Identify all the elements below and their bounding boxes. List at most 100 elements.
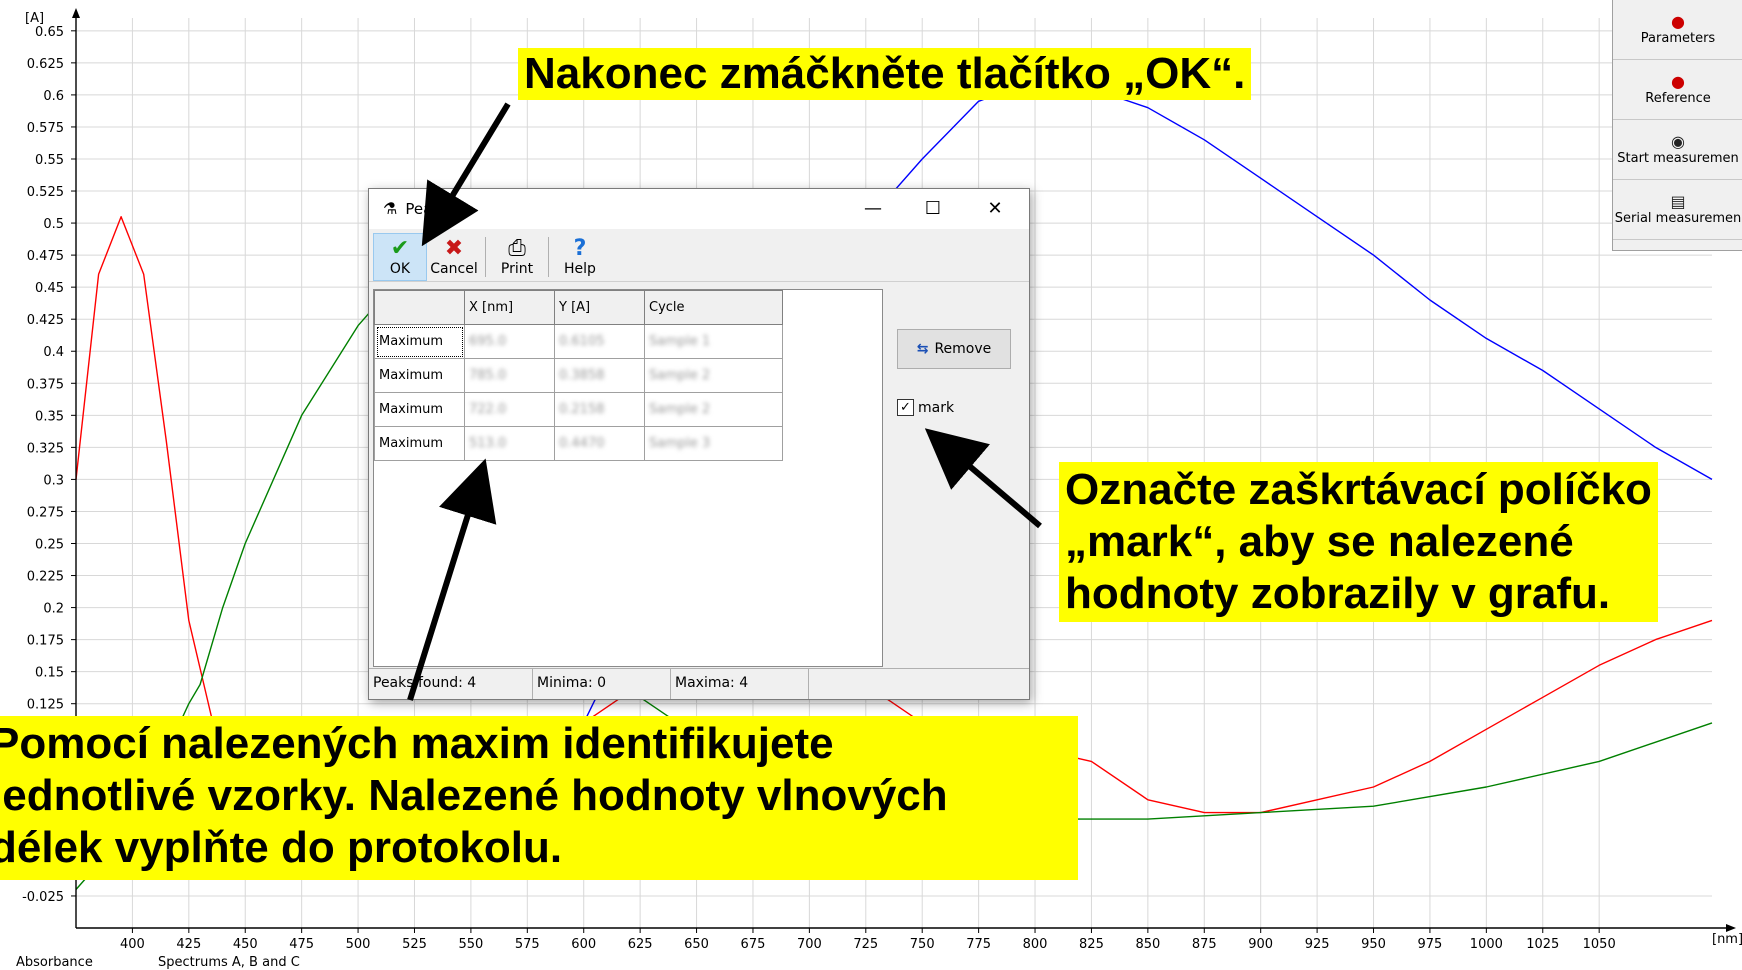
x-tick-label: 750 (910, 937, 935, 952)
mark-checkbox[interactable]: ✓ (897, 399, 914, 416)
y-tick-label: 0.375 (27, 377, 64, 392)
y-tick-label: 0.15 (35, 666, 64, 681)
y-tick-label: 0.45 (35, 281, 64, 296)
parameters-button[interactable]: ● Parameters (1613, 0, 1742, 60)
column-header-y[interactable]: Y [A] (554, 290, 645, 325)
row-type: Maximum (374, 392, 465, 427)
reference-button[interactable]: ● Reference (1613, 60, 1742, 120)
row-type: Maximum (374, 358, 465, 393)
x-tick-label: 525 (402, 937, 427, 952)
side-toolbar: ● Parameters ● Reference ◉ Start measure… (1612, 0, 1742, 251)
x-tick-label: 625 (628, 937, 653, 952)
parameters-icon: ● (1671, 12, 1685, 31)
minimize-button[interactable]: — (853, 195, 893, 223)
y-tick-label: 0.5 (43, 217, 64, 232)
column-header-x[interactable]: X [nm] (464, 290, 555, 325)
row-x: 785.0 (464, 358, 555, 393)
toolbar-separator (485, 237, 486, 277)
printer-icon: ⎙ (508, 236, 526, 261)
remove-button[interactable]: ⇆ Remove (897, 329, 1011, 369)
x-tick-label: 600 (571, 937, 596, 952)
y-tick-label: 0.275 (27, 505, 64, 520)
row-cycle: Sample 2 (644, 392, 783, 427)
callout-maxima-line: Pomocí nalezených maxim identifikujete (0, 719, 834, 768)
y-tick-label: 0.325 (27, 441, 64, 456)
row-cycle: Sample 2 (644, 358, 783, 393)
table-row[interactable]: Maximum 513.0 0.4470 Sample 3 (374, 426, 783, 461)
x-tick-label: 475 (289, 937, 314, 952)
y-tick-label: -0.025 (22, 890, 64, 905)
row-y: 0.6105 (554, 324, 645, 359)
start-measurement-label: Start measuremen (1617, 151, 1739, 166)
help-icon: ? (573, 236, 587, 261)
table-row[interactable]: Maximum 695.0 0.6105 Sample 1 (374, 324, 783, 359)
dialog-title: Peaklist (405, 200, 463, 218)
ok-label: OK (389, 261, 411, 277)
y-tick-label: 0.35 (35, 409, 64, 424)
x-tick-label: 725 (853, 937, 878, 952)
callout-mark-line: „mark“, aby se nalezené (1065, 517, 1574, 566)
serial-measurement-label: Serial measuremen (1614, 211, 1742, 226)
row-cycle: Sample 3 (644, 426, 783, 461)
peaks-table: X [nm] Y [A] Cycle Maximum 695.0 0.6105 … (374, 290, 783, 461)
column-header-type[interactable] (374, 290, 465, 325)
x-tick-label: 950 (1361, 937, 1386, 952)
table-row[interactable]: Maximum 722.0 0.2158 Sample 2 (374, 392, 783, 427)
ok-button[interactable]: ✔ OK (373, 233, 427, 281)
reference-icon: ● (1671, 72, 1685, 91)
cancel-label: Cancel (430, 261, 478, 277)
x-tick-label: 1000 (1470, 937, 1503, 952)
x-tick-label: 425 (176, 937, 201, 952)
row-y: 0.4470 (554, 426, 645, 461)
callout-mark: Označte zaškrtávací políčko „mark“, aby … (1059, 462, 1658, 622)
cancel-button[interactable]: ✖ Cancel (427, 233, 481, 281)
status-peaks: Peaks found: 4 (369, 669, 533, 699)
x-tick-label: 550 (458, 937, 483, 952)
y-tick-label: 0.6 (43, 89, 64, 104)
callout-ok: Nakonec zmáčkněte tlačítko „OK“. (518, 48, 1252, 100)
x-tick-label: 975 (1418, 937, 1443, 952)
x-tick-label: 850 (1135, 937, 1160, 952)
y-axis-unit: [A] (25, 11, 44, 26)
status-maxima: Maxima: 4 (671, 669, 809, 699)
dialog-toolbar: ✔ OK ✖ Cancel ⎙ Print ? Help (369, 229, 1029, 282)
x-tick-label: 675 (741, 937, 766, 952)
peaklist-dialog: ⚗ Peaklist — ☐ ✕ ✔ OK ✖ Cancel ⎙ Print ?… (368, 188, 1030, 700)
x-axis-arrow (1726, 924, 1736, 932)
callout-mark-line: Označte zaškrtávací políčko (1065, 465, 1652, 514)
status-minima: Minima: 0 (533, 669, 671, 699)
y-tick-label: 0.525 (27, 185, 64, 200)
x-tick-label: 700 (797, 937, 822, 952)
row-cycle: Sample 1 (644, 324, 783, 359)
y-tick-label: 0.65 (35, 25, 64, 40)
close-button[interactable]: ✕ (975, 195, 1015, 223)
y-tick-label: 0.475 (27, 249, 64, 264)
x-tick-label: 400 (120, 937, 145, 952)
column-header-cycle[interactable]: Cycle (644, 290, 783, 325)
serial-measurement-button[interactable]: ▤ Serial measuremen (1613, 180, 1742, 240)
y-tick-label: 0.2 (43, 602, 64, 617)
y-tick-label: 0.4 (43, 345, 64, 360)
y-tick-label: 0.125 (27, 698, 64, 713)
dialog-titlebar[interactable]: ⚗ Peaklist — ☐ ✕ (369, 189, 1029, 229)
start-measurement-button[interactable]: ◉ Start measuremen (1613, 120, 1742, 180)
print-button[interactable]: ⎙ Print (490, 233, 544, 281)
help-button[interactable]: ? Help (553, 233, 607, 281)
table-row[interactable]: Maximum 785.0 0.3858 Sample 2 (374, 358, 783, 393)
callout-mark-line: hodnoty zobrazily v grafu. (1065, 569, 1611, 618)
y-tick-label: 0.575 (27, 121, 64, 136)
row-x: 695.0 (464, 324, 555, 359)
peaks-grid[interactable]: X [nm] Y [A] Cycle Maximum 695.0 0.6105 … (373, 289, 883, 667)
mark-option[interactable]: ✓ mark (897, 399, 954, 416)
y-tick-label: 0.625 (27, 57, 64, 72)
maximize-button[interactable]: ☐ (913, 195, 953, 223)
mark-label: mark (918, 399, 955, 416)
print-label: Print (500, 261, 534, 277)
flask-icon: ⚗ (383, 201, 398, 218)
x-tick-label: 650 (684, 937, 709, 952)
row-x: 513.0 (464, 426, 555, 461)
dialog-statusbar: Peaks found: 4 Minima: 0 Maxima: 4 (369, 668, 1029, 699)
footer-spectrums: Spectrums A, B and C (158, 955, 300, 970)
x-tick-label: 800 (1023, 937, 1048, 952)
callout-maxima: Pomocí nalezených maxim identifikujete j… (0, 716, 1078, 880)
